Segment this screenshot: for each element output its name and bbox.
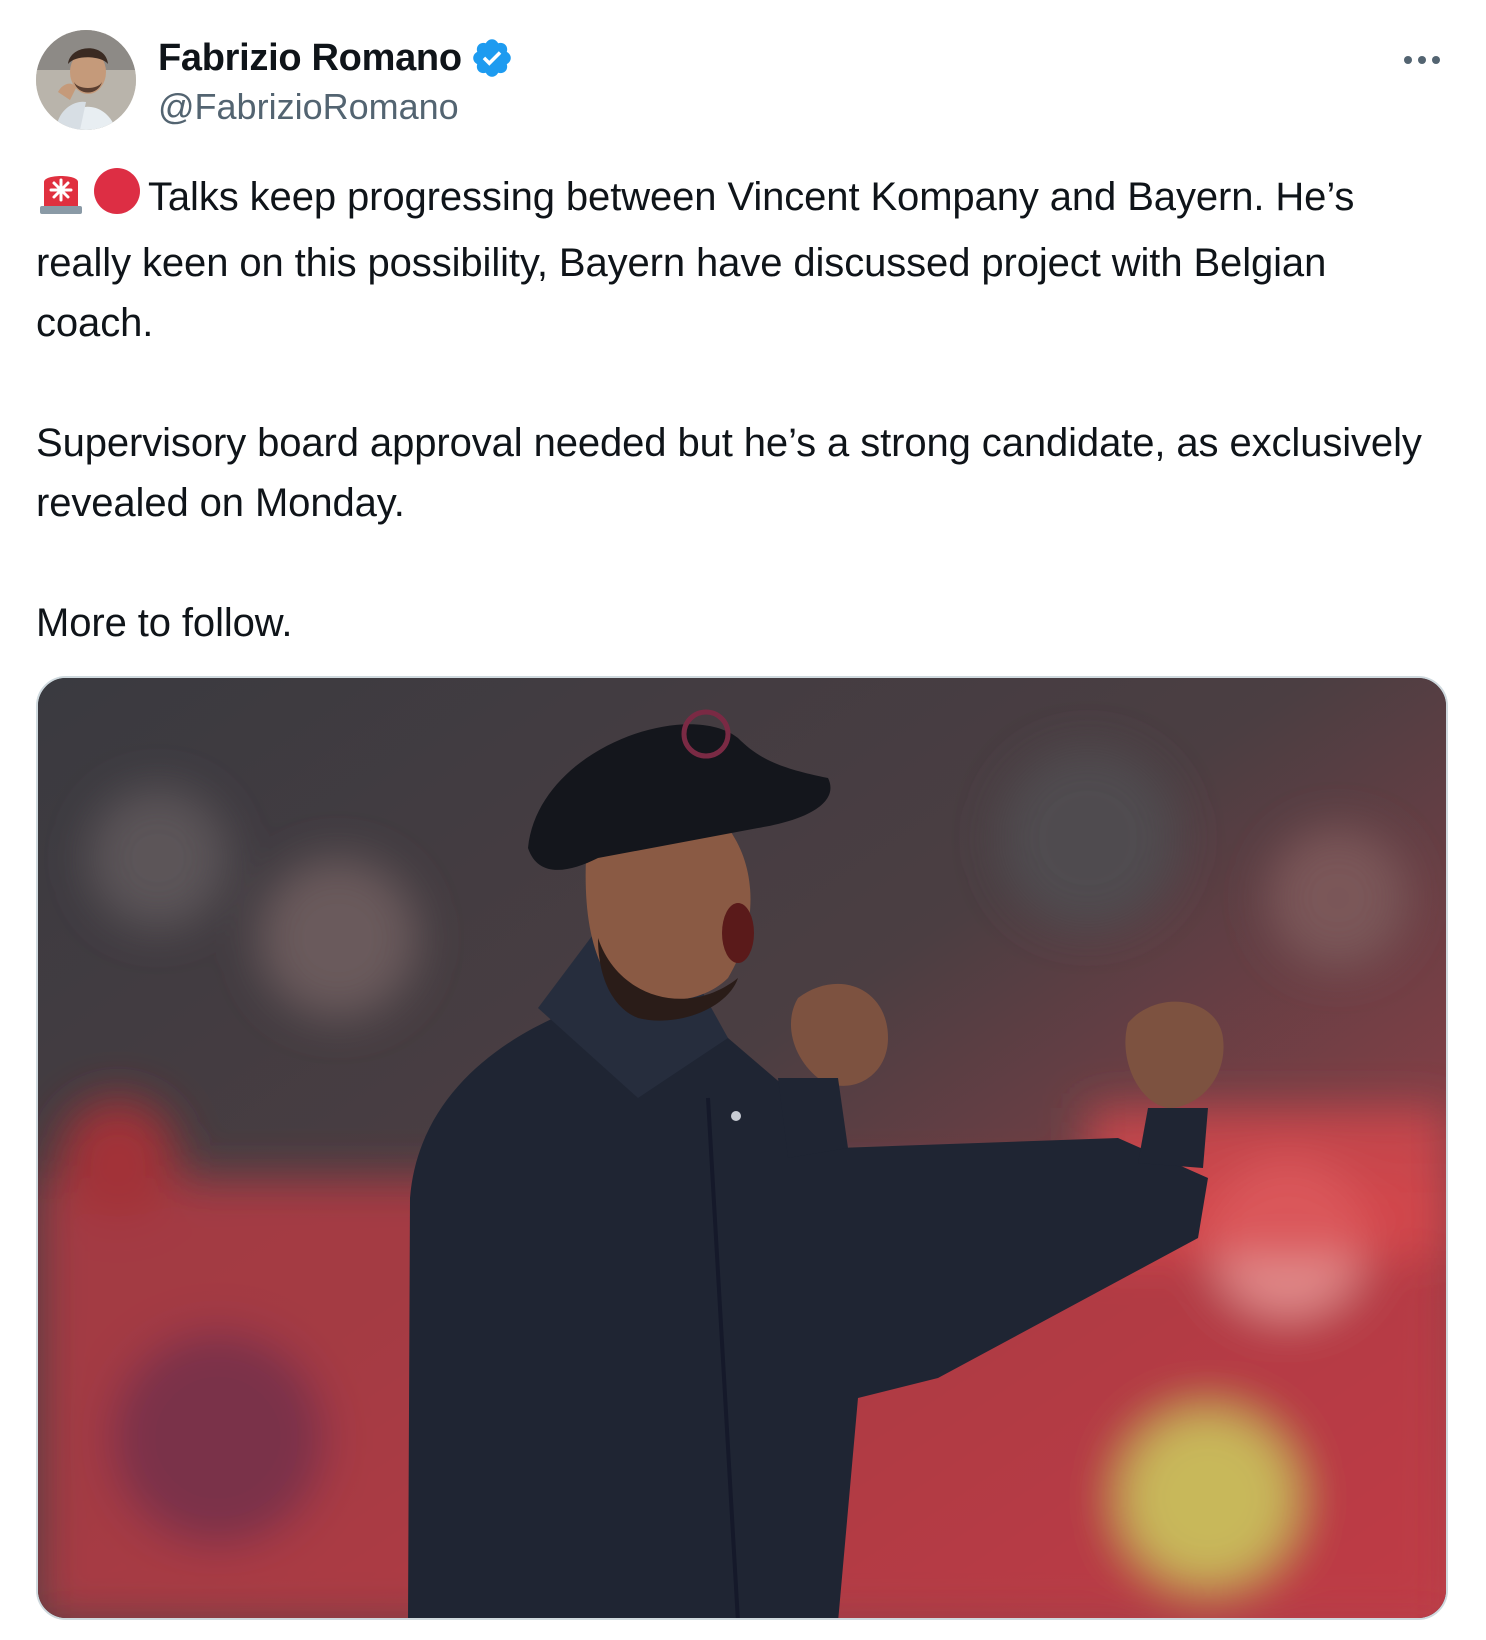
name-row: Fabrizio Romano bbox=[158, 34, 514, 82]
rotating-light-icon bbox=[36, 168, 86, 233]
tweet-text: Talks keep progressing between Vincent K… bbox=[36, 166, 1446, 653]
tweet-paragraph: More to follow. bbox=[36, 601, 293, 645]
display-name[interactable]: Fabrizio Romano bbox=[158, 37, 462, 80]
author-identity: Fabrizio Romano @FabrizioRomano bbox=[158, 34, 514, 128]
tweet-paragraph: Supervisory board approval needed but he… bbox=[36, 421, 1422, 525]
more-options-icon[interactable] bbox=[1398, 40, 1446, 80]
tweet-header: Fabrizio Romano @FabrizioRomano bbox=[36, 30, 1446, 134]
tweet-photo[interactable] bbox=[36, 676, 1448, 1620]
red-circle-icon bbox=[92, 166, 142, 233]
verified-badge-icon[interactable] bbox=[470, 36, 514, 80]
tweet-paragraph: Talks keep progressing between Vincent K… bbox=[36, 166, 1446, 353]
avatar[interactable] bbox=[36, 30, 136, 130]
tweet-card: Fabrizio Romano @FabrizioRomano Talks ke… bbox=[0, 0, 1486, 1640]
author-handle[interactable]: @FabrizioRomano bbox=[158, 86, 514, 128]
paragraph-1-text: Talks keep progressing between Vincent K… bbox=[36, 175, 1355, 345]
